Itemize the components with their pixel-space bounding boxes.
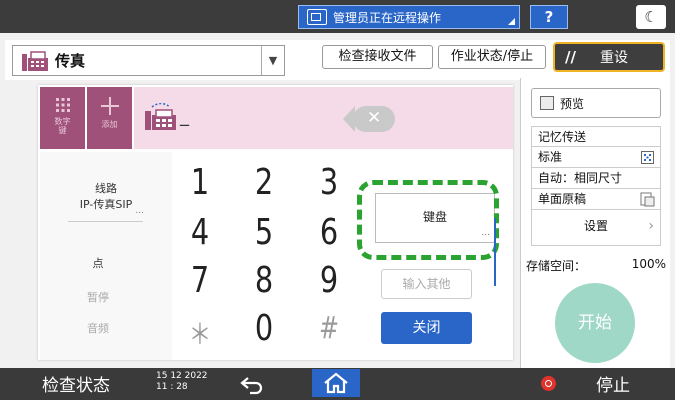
date-text: 15 12 2022 [156,371,208,381]
dot-button[interactable]: 点 [44,255,152,271]
chevron-down-icon[interactable]: ▼ [261,46,284,75]
stop-button[interactable]: 停止 [596,371,630,396]
key-4[interactable]: 4 [184,212,216,253]
key-2[interactable]: 2 [248,162,280,203]
key-9[interactable]: 9 [313,260,345,301]
chevron-right-icon: › [648,218,654,234]
back-icon[interactable] [240,375,264,395]
energy-saver-button[interactable]: ☾ [636,5,666,29]
clock: 15 12 2022 11 : 28 [156,371,208,393]
fax-icon [22,50,48,71]
settings-button[interactable]: 设置 › [531,210,661,246]
help-button[interactable]: ? [530,5,568,29]
storage-label: 存储空间： [526,259,587,273]
tone-button[interactable]: 音频 [44,320,152,336]
home-icon [324,372,348,394]
destination-cursor: _ [180,106,189,127]
storage-indicator: 存储空间： 100% [526,257,666,273]
storage-value: 100% [631,257,666,271]
key-star[interactable]: ＊ [184,313,216,353]
app-mode-selector[interactable]: 传真 ▼ [12,45,285,76]
settings-label: 设置 [583,219,608,233]
remote-operation-text: 管理员正在远程操作 [333,10,442,25]
line-select-button[interactable]: 线路 IP-传真SIP ... [44,180,168,225]
line-more-icon: ... [135,206,144,216]
line-value: IP-传真SIP [79,198,133,211]
key-3[interactable]: 3 [313,162,345,203]
preview-checkbox[interactable]: 预览 [531,88,661,118]
original-type-setting[interactable]: 单面原稿 [531,189,661,210]
key-6[interactable]: 6 [313,212,345,253]
backspace-button[interactable]: ✕ [343,106,395,132]
app-mode-label: 传真 [55,52,86,70]
backspace-icon: ✕ [367,108,382,128]
preview-label: 预览 [560,96,585,111]
remote-monitor-icon [307,9,327,25]
time-text: 11 : 28 [156,382,188,392]
add-label: 添加 [101,120,118,129]
reset-icon: // [565,48,576,66]
key-1[interactable]: 1 [184,162,216,203]
checkbox-icon [540,96,554,110]
resolution-setting[interactable]: 标准 [531,147,661,168]
key-8[interactable]: 8 [248,260,280,301]
key-7[interactable]: 7 [184,260,216,301]
job-status-button[interactable]: 作业状态/停止 [438,45,546,69]
fax-destination-icon [145,103,176,130]
close-button[interactable]: 关闭 [381,312,472,344]
key-hash[interactable]: # [313,311,345,346]
single-sided-icon [640,192,655,207]
remote-operation-banner[interactable]: 管理员正在远程操作 [298,5,520,29]
scan-size-setting[interactable]: 自动：相同尺寸 [531,168,661,189]
numpad-toggle-button[interactable]: 数字键 [40,87,85,149]
original-type-value: 单面原稿 [538,192,587,206]
key-0[interactable]: 0 [248,308,280,349]
highlight-annotation [357,180,499,260]
numpad-icon [55,98,70,112]
check-received-files-button[interactable]: 检查接收文件 [322,45,433,69]
key-5[interactable]: 5 [248,212,280,253]
destination-field[interactable] [134,87,513,149]
expand-corner-icon [508,18,515,25]
check-status-button[interactable]: 检查状态 [42,371,110,396]
resolution-icon [641,151,654,164]
start-button[interactable]: 开始 [555,283,635,363]
add-destination-button[interactable]: 添加 [87,87,132,149]
pause-button[interactable]: 暂停 [44,289,152,305]
scrollbar[interactable] [494,218,496,286]
memory-transmission-setting[interactable]: 记忆传送 [531,126,661,147]
numpad-label: 数字键 [54,117,71,135]
stop-icon [541,376,556,391]
plus-icon [100,97,119,115]
divider [68,221,143,222]
reset-label: 重设 [599,50,628,66]
home-button[interactable] [312,369,360,397]
resolution-value: 标准 [538,150,563,164]
line-label: 线路 [95,182,117,195]
reset-button[interactable]: // 重设 [553,42,665,72]
input-other-button[interactable]: 输入其他 [381,269,472,299]
